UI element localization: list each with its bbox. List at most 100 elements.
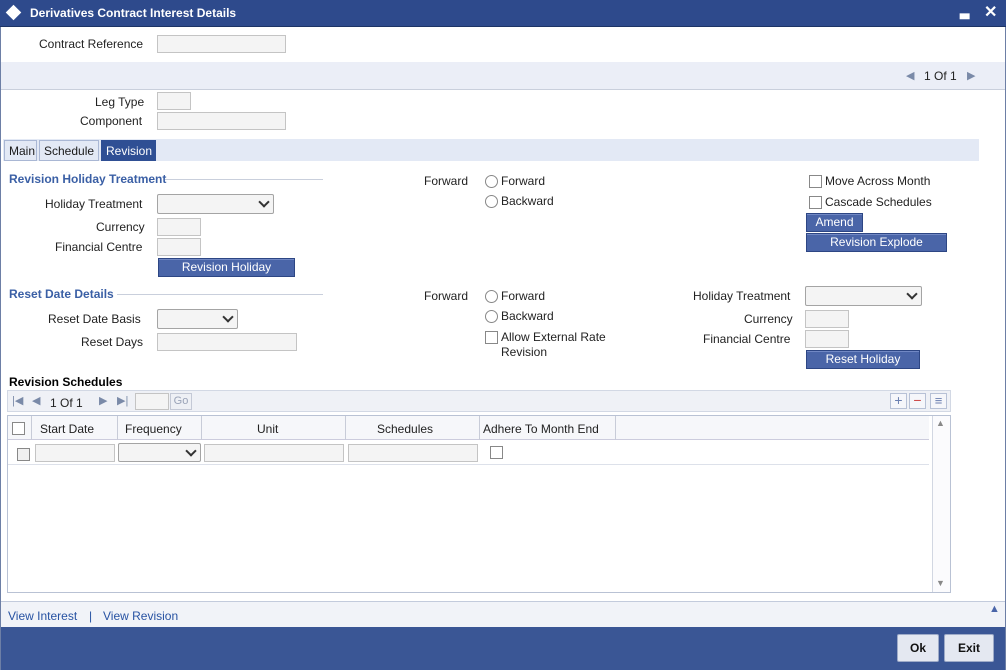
reset-backward-radio[interactable]	[485, 310, 498, 323]
reset-days-label: Reset Days	[81, 335, 144, 349]
prev-record-icon[interactable]: ◀	[906, 69, 914, 82]
column-separator	[479, 416, 480, 440]
revision-backward-radio-label: Backward	[501, 194, 554, 208]
leg-type-field[interactable]	[157, 92, 191, 110]
holiday-treatment-label: Holiday Treatment	[45, 197, 143, 211]
view-interest-link[interactable]: View Interest	[8, 609, 77, 623]
contract-reference-label: Contract Reference	[39, 37, 144, 51]
column-unit[interactable]: Unit	[257, 422, 278, 436]
reset-financial-centre-field[interactable]	[805, 330, 849, 348]
close-icon[interactable]: ✕	[984, 2, 997, 22]
reset-holiday-treatment-label: Holiday Treatment	[693, 289, 791, 303]
holiday-treatment-select[interactable]	[157, 194, 274, 214]
unit-cell-input[interactable]	[204, 444, 344, 462]
last-page-icon[interactable]: ▶|	[117, 394, 128, 407]
tab-revision[interactable]: Revision	[101, 140, 156, 161]
chevron-down-icon	[185, 445, 197, 457]
column-separator	[615, 416, 616, 440]
ok-button[interactable]: Ok	[897, 634, 939, 662]
column-separator	[201, 416, 202, 440]
window-title: Derivatives Contract Interest Details	[30, 6, 237, 20]
revision-forward-radio-label: Forward	[501, 174, 546, 188]
link-separator: |	[89, 609, 93, 623]
next-page-icon[interactable]: ▶	[99, 394, 107, 407]
column-separator	[31, 416, 32, 440]
first-page-icon[interactable]: |◀	[12, 394, 23, 407]
financial-centre-label: Financial Centre	[55, 240, 143, 254]
currency-label: Currency	[96, 220, 145, 234]
reset-date-basis-label: Reset Date Basis	[48, 312, 141, 326]
cascade-schedules-checkbox[interactable]	[809, 196, 822, 209]
component-label: Component	[80, 114, 143, 128]
adhere-month-end-checkbox[interactable]	[490, 446, 503, 459]
revision-explode-button[interactable]: Revision Explode	[806, 233, 947, 252]
reset-backward-radio-label: Backward	[501, 309, 554, 323]
title-bar: Derivatives Contract Interest Details ▃ …	[0, 0, 1006, 27]
reset-date-basis-select[interactable]	[157, 309, 238, 329]
revision-backward-radio[interactable]	[485, 195, 498, 208]
currency-field[interactable]	[157, 218, 201, 236]
move-across-month-label: Move Across Month	[825, 174, 931, 188]
prev-page-icon[interactable]: ◀	[32, 394, 40, 407]
footer-bar	[1, 627, 1005, 670]
chevron-down-icon	[258, 196, 270, 208]
row-select-checkbox[interactable]	[17, 448, 30, 461]
start-date-cell-input[interactable]	[35, 444, 115, 462]
cascade-schedules-label: Cascade Schedules	[825, 195, 932, 209]
go-button[interactable]: Go	[170, 393, 192, 410]
column-separator	[117, 416, 118, 440]
revision-schedules-title: Revision Schedules	[9, 375, 123, 389]
exit-button[interactable]: Exit	[944, 634, 994, 662]
grid-scrollbar[interactable]	[932, 416, 950, 592]
minimize-icon[interactable]: ▃	[960, 5, 969, 19]
reset-forward-radio-label: Forward	[501, 289, 546, 303]
column-adhere-month-end[interactable]: Adhere To Month End	[483, 422, 599, 436]
forward-label: Forward	[424, 174, 469, 188]
scroll-up-icon[interactable]: ▲	[936, 418, 945, 428]
reset-forward-radio[interactable]	[485, 290, 498, 303]
reset-days-field[interactable]	[157, 333, 297, 351]
financial-centre-field[interactable]	[157, 238, 201, 256]
collapse-icon[interactable]: ▲	[989, 603, 1000, 615]
reset-currency-field[interactable]	[805, 310, 849, 328]
allow-external-rate-checkbox[interactable]	[485, 331, 498, 344]
scroll-down-icon[interactable]: ▼	[936, 578, 945, 588]
next-record-icon[interactable]: ▶	[967, 69, 975, 82]
revision-holiday-section-title: Revision Holiday Treatment	[9, 172, 167, 186]
record-pager-text: 1 Of 1	[924, 69, 957, 83]
reset-holiday-button[interactable]: Reset Holiday	[806, 350, 920, 369]
revision-holiday-button[interactable]: Revision Holiday	[158, 258, 295, 277]
select-all-checkbox[interactable]	[12, 422, 25, 435]
column-start-date[interactable]: Start Date	[40, 422, 94, 436]
allow-external-rate-label-line2: Revision	[501, 345, 548, 359]
contract-reference-field[interactable]	[157, 35, 286, 53]
record-pager-band	[1, 62, 1005, 90]
reset-financial-centre-label: Financial Centre	[703, 332, 791, 346]
reset-holiday-treatment-select[interactable]	[805, 286, 922, 306]
chevron-down-icon	[906, 288, 918, 300]
reset-forward-label: Forward	[424, 289, 469, 303]
tab-schedule[interactable]: Schedule	[39, 140, 99, 161]
section-divider	[117, 294, 323, 295]
section-divider	[165, 179, 323, 180]
column-separator	[345, 416, 346, 440]
row-detail-icon[interactable]: ≡	[930, 393, 947, 409]
view-revision-link[interactable]: View Revision	[103, 609, 178, 623]
amend-button[interactable]: Amend	[806, 213, 863, 232]
add-row-icon[interactable]: +	[890, 393, 907, 409]
column-schedules[interactable]: Schedules	[377, 422, 433, 436]
reset-date-section-title: Reset Date Details	[9, 287, 114, 301]
leg-type-label: Leg Type	[95, 95, 145, 109]
frequency-cell-select[interactable]	[118, 443, 201, 462]
schedules-cell-input[interactable]	[348, 444, 478, 462]
move-across-month-checkbox[interactable]	[809, 175, 822, 188]
revision-forward-radio[interactable]	[485, 175, 498, 188]
column-frequency[interactable]: Frequency	[125, 422, 182, 436]
page-number-input[interactable]	[135, 393, 169, 410]
app-icon	[5, 4, 22, 21]
grid-pager-text: 1 Of 1	[50, 396, 83, 410]
tab-main[interactable]: Main	[4, 140, 37, 161]
delete-row-icon[interactable]: −	[909, 393, 926, 409]
component-field[interactable]	[157, 112, 286, 130]
reset-currency-label: Currency	[744, 312, 793, 326]
